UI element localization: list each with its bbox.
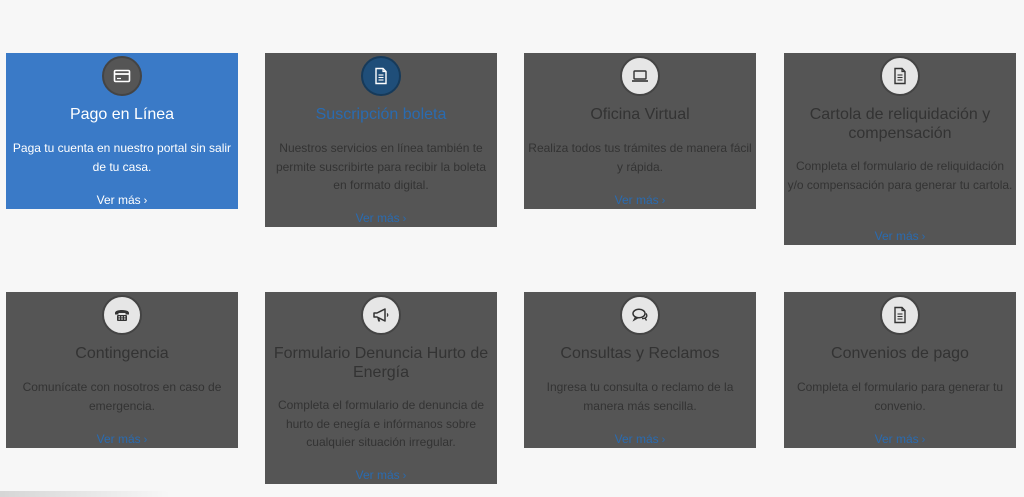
card-title: Formulario Denuncia Hurto de Energía <box>273 345 489 381</box>
chevron-right-icon: › <box>661 434 666 446</box>
chevron-right-icon: › <box>921 434 926 446</box>
card-description: Completa el formulario de reliquidación … <box>787 159 1013 192</box>
ver-mas-link[interactable]: Ver más › <box>524 193 756 209</box>
card-description: Nuestros servicios en línea también te p… <box>275 141 487 192</box>
megaphone-icon <box>361 295 401 335</box>
card-description: Completa el formulario de denuncia de hu… <box>277 398 485 449</box>
card-title: Contingencia <box>75 345 169 362</box>
chevron-right-icon: › <box>402 470 407 482</box>
ver-mas-link[interactable]: Ver más › <box>784 432 1016 448</box>
card-convenios-pago[interactable]: Convenios de pago Completa el formulario… <box>784 292 1016 448</box>
ver-mas-link[interactable]: Ver más › <box>6 193 238 209</box>
chevron-right-icon: › <box>921 231 926 243</box>
telephone-icon <box>102 295 142 335</box>
chevron-right-icon: › <box>402 213 407 225</box>
card-oficina-virtual[interactable]: Oficina Virtual Realiza todos tus trámit… <box>524 53 756 209</box>
card-suscripcion-boleta[interactable]: Suscripción boleta Nuestros servicios en… <box>265 53 497 227</box>
document-icon <box>361 56 401 96</box>
card-title: Oficina Virtual <box>590 106 690 123</box>
scroll-shadow <box>0 491 170 497</box>
card-title: Suscripción boleta <box>315 106 447 123</box>
card-description: Ingresa tu consulta o reclamo de la mane… <box>546 380 734 413</box>
ver-mas-link[interactable]: Ver más › <box>6 432 238 448</box>
chevron-right-icon: › <box>661 195 666 207</box>
document-icon <box>880 56 920 96</box>
card-denuncia-hurto[interactable]: Formulario Denuncia Hurto de Energía Com… <box>265 292 497 484</box>
card-cartola-reliquidacion[interactable]: Cartola de reliquidación y compensación … <box>784 53 1016 245</box>
document-icon <box>880 295 920 335</box>
card-pago-en-linea[interactable]: Pago en Línea Paga tu cuenta en nuestro … <box>6 53 238 209</box>
card-title: Convenios de pago <box>831 345 969 362</box>
card-title: Cartola de reliquidación y compensación <box>809 106 991 142</box>
card-title: Consultas y Reclamos <box>560 345 720 362</box>
card-contingencia[interactable]: Contingencia Comunícate con nosotros en … <box>6 292 238 448</box>
chevron-right-icon: › <box>143 195 148 207</box>
card-description: Paga tu cuenta en nuestro portal sin sal… <box>12 141 232 174</box>
credit-card-icon <box>102 56 142 96</box>
chat-bubbles-icon <box>620 295 660 335</box>
chevron-right-icon: › <box>143 434 148 446</box>
card-description: Comunícate con nosotros en caso de emerg… <box>22 380 222 413</box>
ver-mas-link[interactable]: Ver más › <box>784 229 1016 245</box>
ver-mas-link[interactable]: Ver más › <box>265 211 497 227</box>
card-consultas-reclamos[interactable]: Consultas y Reclamos Ingresa tu consulta… <box>524 292 756 448</box>
card-description: Completa el formulario para generar tu c… <box>796 380 1004 413</box>
card-description: Realiza todos tus trámites de manera fác… <box>528 141 752 174</box>
ver-mas-link[interactable]: Ver más › <box>265 468 497 484</box>
ver-mas-link[interactable]: Ver más › <box>524 432 756 448</box>
card-title: Pago en Línea <box>69 106 175 123</box>
laptop-icon <box>620 56 660 96</box>
